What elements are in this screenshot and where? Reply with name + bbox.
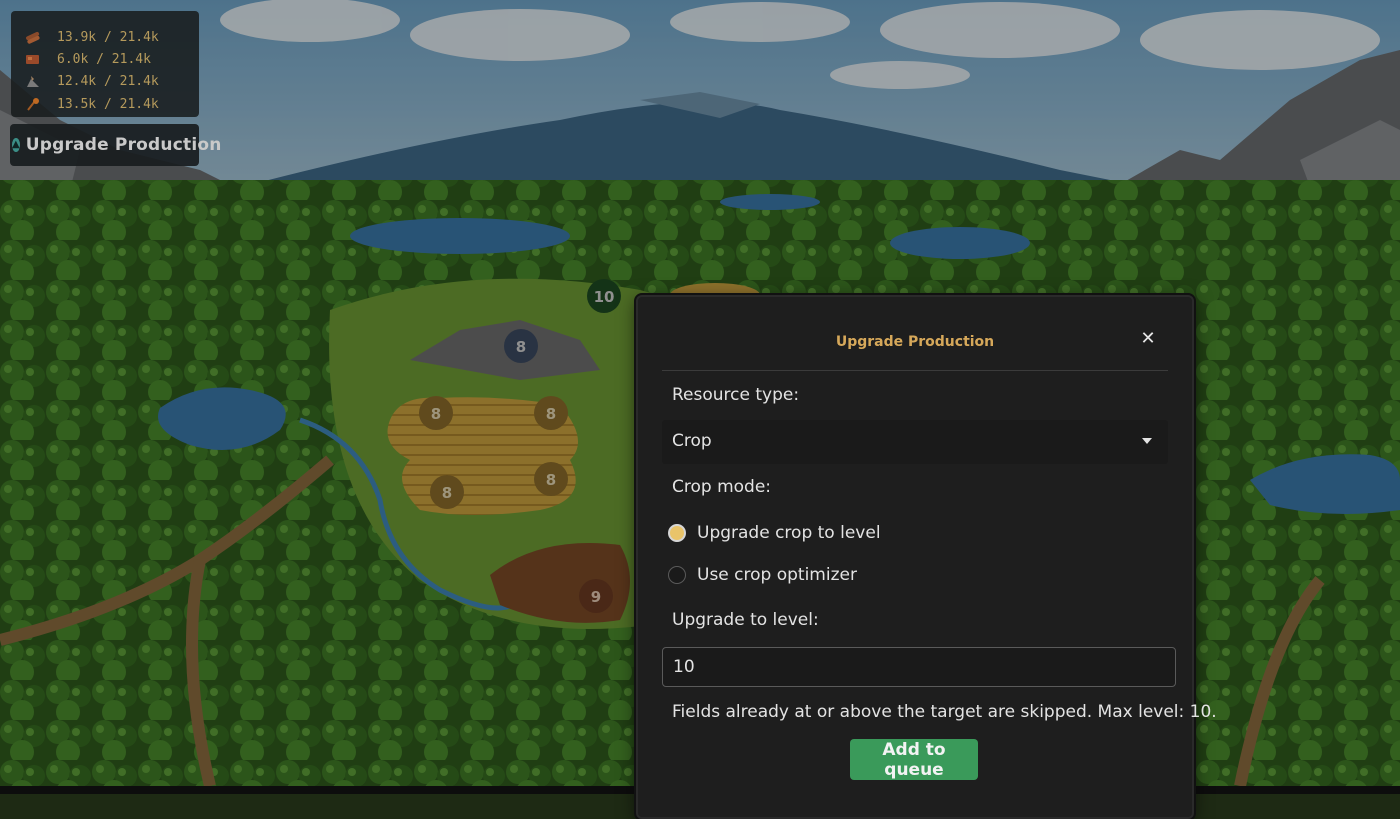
upgrade-to-level-input[interactable] [662, 647, 1176, 687]
radio-use-crop-optimizer[interactable]: Use crop optimizer [668, 563, 857, 587]
field-marker[interactable]: 8 [419, 396, 453, 430]
upgrade-to-level-label: Upgrade to level: [672, 610, 819, 630]
svg-text:8: 8 [431, 405, 441, 423]
crop-mode-label: Crop mode: [672, 477, 772, 497]
field-marker[interactable]: 8 [504, 329, 538, 363]
upgrade-production-button[interactable]: ▲ Upgrade Production [10, 124, 221, 166]
hint-text: Fields already at or above the target ar… [672, 702, 1217, 722]
clay-icon [26, 55, 39, 64]
resource-panel: 13.9k / 21.4k 6.0k / 21.4k 12.4k / 21.4k… [11, 11, 199, 117]
svg-text:8: 8 [546, 471, 556, 489]
radio-label: Use crop optimizer [697, 565, 857, 585]
resource-row-iron: 12.4k / 21.4k [25, 72, 159, 90]
svg-text:8: 8 [516, 338, 526, 356]
wood-icon [26, 31, 40, 44]
upgrade-production-label: Upgrade Production [25, 135, 222, 155]
resource-amount: 13.5k / 21.4k [57, 96, 159, 112]
modal-divider [662, 370, 1168, 371]
resource-row-wood: 13.9k / 21.4k [25, 28, 159, 46]
close-icon[interactable]: ✕ [1136, 327, 1160, 351]
arrow-up-circle-icon: ▲ [12, 138, 20, 152]
field-marker[interactable]: 8 [534, 396, 568, 430]
field-marker[interactable]: 10 [587, 279, 621, 313]
resource-type-select[interactable]: Crop [662, 420, 1168, 464]
radio-upgrade-crop-to-level[interactable]: Upgrade crop to level [668, 521, 881, 545]
resource-type-label: Resource type: [672, 385, 800, 405]
radio-button[interactable] [668, 566, 686, 584]
radio-label: Upgrade crop to level [697, 523, 881, 543]
field-marker[interactable]: 9 [579, 579, 613, 613]
svg-text:8: 8 [442, 484, 452, 502]
radio-button-checked[interactable] [668, 524, 686, 542]
resource-type-value: Crop [672, 431, 712, 451]
add-to-queue-button[interactable]: Add to queue [850, 739, 978, 780]
field-marker[interactable]: 8 [534, 462, 568, 496]
chevron-down-icon [1142, 438, 1152, 444]
resource-amount: 13.9k / 21.4k [57, 29, 159, 45]
svg-text:10: 10 [594, 288, 615, 306]
crop-icon [27, 98, 39, 111]
svg-text:9: 9 [591, 588, 601, 606]
resource-amount: 6.0k / 21.4k [57, 51, 151, 67]
modal-title: Upgrade Production [835, 334, 995, 350]
upgrade-production-modal: Upgrade Production ✕ Resource type: Crop… [636, 295, 1217, 819]
resource-amount: 12.4k / 21.4k [57, 73, 159, 89]
field-marker[interactable]: 8 [430, 475, 464, 509]
resource-row-clay: 6.0k / 21.4k [25, 50, 151, 68]
resource-row-crop: 13.5k / 21.4k [25, 95, 159, 113]
iron-icon [27, 76, 39, 87]
svg-text:8: 8 [546, 405, 556, 423]
